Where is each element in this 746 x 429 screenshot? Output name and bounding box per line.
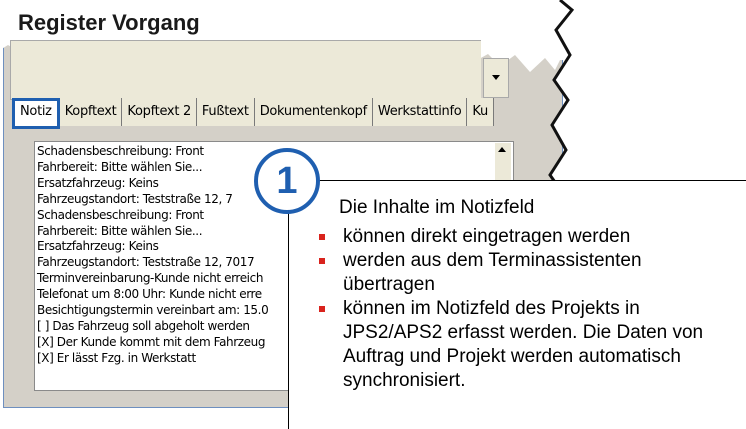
callout-bullet-text: können im Notizfeld des Projekts in JPS2…	[343, 298, 704, 391]
step-badge: 1	[254, 148, 320, 214]
tab-fusstext[interactable]: Fußtext	[196, 98, 255, 126]
notes-line: Terminvereinbarung-Kunde nicht erreich	[37, 271, 264, 286]
callout-list: können direkt eingetragen werden werden …	[319, 225, 733, 393]
tab-kopftext-2[interactable]: Kopftext 2	[122, 98, 197, 126]
tab-dokumentenkopf[interactable]: Dokumentenkopf	[254, 98, 373, 126]
notes-line: Fahrbereit: Bitte wählen Sie...	[37, 223, 203, 238]
bullet-icon	[319, 234, 325, 240]
bullet-icon	[319, 258, 325, 264]
notes-line: Besichtigungstermin vereinbart am: 15.0	[37, 303, 269, 318]
callout-bullet-item: werden aus dem Terminassistenten übertra…	[319, 249, 723, 297]
notes-line: Fahrzeugstandort: Teststraße 12, 7017	[37, 255, 255, 270]
chevron-down-icon	[492, 75, 500, 80]
scroll-up-icon[interactable]	[498, 147, 506, 152]
notes-line: Fahrbereit: Bitte wählen Sie...	[37, 159, 203, 174]
notes-line: Ersatzfahrzeug: Keins	[37, 175, 159, 190]
callout-box: Die Inhalte im Notizfeld können direkt e…	[288, 180, 746, 429]
callout-bullet-item: können direkt eingetragen werden	[319, 225, 733, 249]
notes-line: Schadensbeschreibung: Front	[37, 144, 204, 158]
tab-kopftext[interactable]: Kopftext	[59, 98, 123, 126]
notes-line: [ ] Das Fahrzeug soll abgeholt werden	[37, 318, 250, 333]
tab-notiz[interactable]: Notiz	[12, 98, 60, 129]
tab-ku[interactable]: Ku	[467, 98, 494, 126]
notes-line: [X] Er lässt Fzg. in Werkstatt	[37, 350, 196, 365]
tab-werkstattinfo[interactable]: Werkstattinfo	[372, 98, 468, 126]
callout-bullet-item: können im Notizfeld des Projekts in JPS2…	[319, 297, 733, 393]
step-number: 1	[276, 160, 298, 202]
callout-bullet-text: können direkt eingetragen werden	[343, 226, 631, 247]
callout-intro: Die Inhalte im Notizfeld	[339, 197, 535, 218]
notes-line: Ersatzfahrzeug: Keins	[37, 239, 159, 254]
notes-line: Telefonat um 8:00 Uhr: Kunde nicht erre	[37, 287, 262, 302]
notes-content: Schadensbeschreibung: Front Fahrbereit: …	[37, 144, 269, 367]
notes-line: [X] Der Kunde kommt mit dem Fahrzeug	[37, 334, 266, 349]
tab-bar: Notiz Kopftext Kopftext 2 Fußtext Dokume…	[12, 98, 494, 129]
dropdown-field[interactable]	[10, 40, 481, 100]
callout-bullet-text: werden aus dem Terminassistenten übertra…	[343, 250, 642, 295]
bullet-icon	[319, 306, 325, 312]
notes-line: Fahrzeugstandort: Teststraße 12, 7	[37, 191, 233, 206]
screenshot-root: Register Vorgang Notiz Kopftext Kopftext…	[0, 0, 746, 429]
window-title: Register Vorgang	[18, 10, 200, 35]
notes-line: Schadensbeschreibung: Front	[37, 207, 204, 222]
